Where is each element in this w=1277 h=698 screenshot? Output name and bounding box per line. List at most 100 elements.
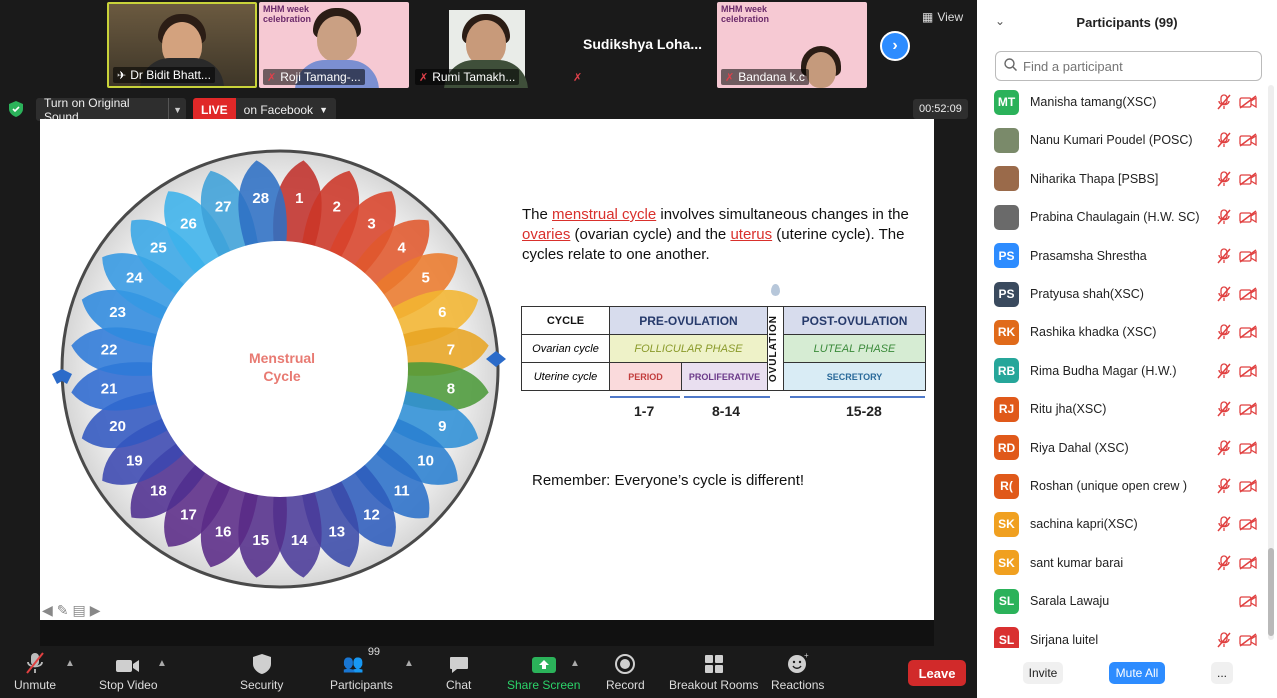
reactions-button[interactable]: + Reactions <box>771 646 824 692</box>
video-off-icon[interactable] <box>1239 287 1257 301</box>
video-tile[interactable]: ✗ Rumi Tamakh... <box>411 2 561 88</box>
leave-button[interactable]: Leave <box>908 660 966 686</box>
live-stream-status[interactable]: LIVE on Facebook ▼ <box>193 98 336 121</box>
meeting-timer: 00:52:09 <box>913 99 968 119</box>
day-number-label: 5 <box>421 269 429 286</box>
event-banner: MHM week celebration <box>263 4 312 24</box>
video-off-icon[interactable] <box>1239 440 1257 455</box>
participant-name: Sirjana luitel <box>1030 632 1099 647</box>
video-off-icon[interactable] <box>1239 364 1257 378</box>
day-number-label: 6 <box>438 304 446 321</box>
mic-muted-icon[interactable] <box>1217 286 1231 302</box>
video-off-icon[interactable] <box>1239 248 1257 263</box>
invite-button[interactable]: Invite <box>1023 662 1063 684</box>
chat-button[interactable]: Chat <box>446 646 471 692</box>
record-button[interactable]: Record <box>606 646 645 692</box>
participant-row[interactable]: MT Manisha tamang(XSC) <box>977 83 1267 121</box>
security-button[interactable]: Security <box>240 646 283 692</box>
video-off-icon[interactable] <box>1239 133 1257 147</box>
chevron-up-icon[interactable]: ▲ <box>65 658 75 669</box>
original-sound-button[interactable]: Turn on Original Sound <box>36 98 170 121</box>
chevron-down-icon[interactable]: ▼ <box>169 105 186 115</box>
mic-muted-icon[interactable] <box>1217 401 1231 417</box>
day-number-label: 18 <box>150 483 167 500</box>
encryption-shield-icon[interactable] <box>9 101 23 117</box>
mic-muted-icon[interactable] <box>1217 247 1231 264</box>
mic-muted-icon[interactable] <box>1217 439 1231 456</box>
video-off-icon[interactable] <box>1239 95 1257 109</box>
view-button[interactable]: ▦ View <box>922 10 963 24</box>
participant-row[interactable]: Nanu Kumari Poudel (POSC) <box>977 121 1267 159</box>
more-options-button[interactable]: ... <box>1211 662 1233 684</box>
chevron-up-icon[interactable]: ▲ <box>570 658 580 669</box>
participant-row[interactable]: RB Rima Budha Magar (H.W.) <box>977 352 1267 390</box>
live-target-dropdown[interactable]: on Facebook ▼ <box>235 98 336 121</box>
video-off-icon[interactable] <box>1239 632 1257 647</box>
video-off-icon[interactable] <box>1239 594 1257 608</box>
participant-name: Prabina Chaulagain (H.W. SC) <box>1030 210 1200 225</box>
participant-row[interactable]: SL Sirjana luitel <box>977 621 1267 648</box>
mic-muted-icon[interactable] <box>1217 209 1231 225</box>
day-number-label: 19 <box>126 453 143 470</box>
slides-icon[interactable]: ▤ <box>73 602 86 619</box>
participant-name-label: ✗ Rumi Tamakh... <box>415 69 520 85</box>
mic-muted-icon[interactable] <box>1217 363 1231 379</box>
video-tile[interactable]: MHM week celebration ✗ Roji Tamang-... <box>259 2 409 88</box>
share-screen-button[interactable]: Share Screen <box>507 646 580 692</box>
participant-row[interactable]: PS Prasamsha Shrestha <box>977 237 1267 275</box>
mic-muted-icon[interactable] <box>1217 555 1231 571</box>
participant-row[interactable]: SL Sarala Lawaju <box>977 582 1267 620</box>
stop-video-button[interactable]: Stop Video <box>99 646 158 692</box>
video-off-icon[interactable] <box>1239 479 1257 493</box>
participant-row[interactable]: RJ Ritu jha(XSC) <box>977 390 1267 428</box>
chevron-up-icon[interactable]: ▲ <box>157 658 167 669</box>
table-header-post-ovulation: POST-OVULATION <box>783 306 926 335</box>
mic-muted-icon[interactable] <box>1217 324 1231 340</box>
participant-row[interactable]: RD Riya Dahal (XSC) <box>977 429 1267 467</box>
participant-row[interactable]: Niharika Thapa [PSBS] <box>977 160 1267 198</box>
ovaries-link: ovaries <box>522 226 571 243</box>
video-off-icon[interactable] <box>1239 172 1257 186</box>
day-number-label: 14 <box>291 532 308 549</box>
video-tile[interactable]: ✈ Dr Bidit Bhatt... <box>107 2 257 88</box>
participants-button[interactable]: 👥 99 Participants <box>330 646 393 692</box>
mic-muted-icon[interactable] <box>1217 94 1231 110</box>
remember-note: Remember: Everyone’s cycle is different! <box>532 472 805 489</box>
search-input[interactable] <box>1023 58 1243 74</box>
participant-row[interactable]: RK Rashika khadka (XSC) <box>977 313 1267 351</box>
video-off-icon[interactable] <box>1239 210 1257 224</box>
participant-name: Roshan (unique open crew ) <box>1030 479 1188 493</box>
next-page-button[interactable]: › <box>880 31 910 61</box>
participant-row[interactable]: R(Roshan (unique open crew ) <box>977 467 1267 505</box>
arrow-left-icon[interactable]: ◀ <box>42 602 53 619</box>
mic-muted-icon[interactable] <box>1217 478 1231 494</box>
mic-muted-icon[interactable] <box>1217 171 1231 187</box>
unmute-button[interactable]: Unmute <box>14 646 56 692</box>
cycle-phase-table: CYCLE PRE-OVULATION OVULATION POST-OVULA… <box>521 306 926 391</box>
original-sound-control[interactable]: Turn on Original Sound ▼ <box>36 98 186 121</box>
participant-row[interactable]: SK sachina kapri(XSC) <box>977 505 1267 543</box>
video-off-icon[interactable] <box>1239 556 1257 570</box>
annotation-tools[interactable]: ◀ ✎ ▤ ▶ <box>42 602 101 619</box>
video-off-icon[interactable] <box>1239 402 1257 416</box>
participant-row[interactable]: Prabina Chaulagain (H.W. SC) <box>977 198 1267 236</box>
participant-row[interactable]: SK sant kumar barai <box>977 544 1267 582</box>
mic-muted-icon[interactable] <box>1217 516 1231 532</box>
table-header-pre-ovulation: PRE-OVULATION <box>609 306 768 335</box>
smiley-icon: + <box>787 646 809 674</box>
pen-icon[interactable]: ✎ <box>57 602 69 619</box>
participant-row[interactable]: PS Pratyusa shah(XSC) <box>977 275 1267 313</box>
video-off-icon[interactable] <box>1239 325 1257 339</box>
breakout-rooms-button[interactable]: Breakout Rooms <box>669 646 758 692</box>
mic-muted-icon[interactable] <box>1217 631 1231 648</box>
day-number-label: 8 <box>447 380 455 397</box>
avatar: PS <box>994 243 1019 269</box>
video-off-icon[interactable] <box>1239 517 1257 531</box>
scrollbar-thumb[interactable] <box>1268 548 1274 636</box>
mute-all-button[interactable]: Mute All <box>1109 662 1165 684</box>
video-tile[interactable]: MHM week celebration ✗ Bandana k.c <box>717 2 867 88</box>
participant-search[interactable] <box>995 51 1262 81</box>
mic-muted-icon[interactable] <box>1217 132 1231 148</box>
arrow-right-icon[interactable]: ▶ <box>90 602 101 619</box>
chevron-up-icon[interactable]: ▲ <box>404 658 414 669</box>
